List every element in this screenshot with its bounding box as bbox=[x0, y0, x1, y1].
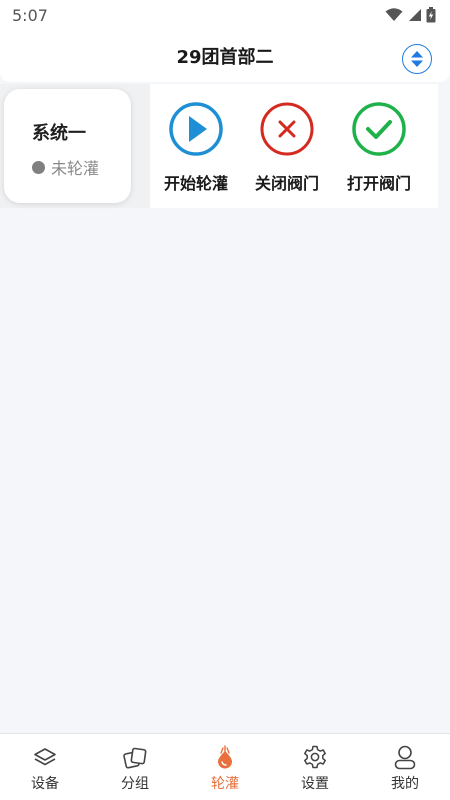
status-dot bbox=[32, 160, 45, 174]
open-valve-button[interactable]: 打开阀门 bbox=[334, 100, 424, 194]
nav-item-settings[interactable]: 设置 bbox=[270, 734, 360, 800]
sort-arrows-icon bbox=[411, 51, 423, 67]
start-irrigation-label: 开始轮灌 bbox=[163, 174, 228, 193]
close-icon bbox=[260, 102, 314, 156]
play-icon bbox=[169, 102, 223, 156]
nav-item-irrigation[interactable]: 轮灌 bbox=[180, 734, 270, 800]
check-icon bbox=[352, 102, 406, 156]
page-title: 29团首部二 bbox=[176, 47, 274, 68]
nav-label-irrigation: 轮灌 bbox=[211, 776, 239, 792]
status-time: 5:07 bbox=[12, 5, 48, 25]
close-valve-button[interactable]: 关闭阀门 bbox=[242, 100, 332, 194]
signal-icon bbox=[409, 9, 421, 21]
status-bar: 5:07 bbox=[0, 0, 450, 30]
start-irrigation-button[interactable]: 开始轮灌 bbox=[151, 100, 241, 194]
header: 29团首部二 bbox=[0, 30, 450, 82]
system-list: 系统一 未轮灌 bbox=[0, 84, 150, 208]
nav-item-devices[interactable]: 设备 bbox=[0, 734, 90, 800]
system-status-text: 未轮灌 bbox=[51, 159, 100, 178]
system-status: 未轮灌 bbox=[32, 155, 131, 179]
bottom-nav: 设备 分组 轮灌 设置 我的 bbox=[0, 733, 450, 800]
battery-icon bbox=[426, 7, 436, 23]
nav-item-profile[interactable]: 我的 bbox=[360, 734, 450, 800]
wifi-icon bbox=[385, 8, 403, 21]
system-name: 系统一 bbox=[32, 123, 86, 144]
nav-label-groups: 分组 bbox=[121, 776, 149, 792]
nav-label-settings: 设置 bbox=[301, 776, 329, 792]
nav-label-devices: 设备 bbox=[31, 776, 59, 792]
group-icon bbox=[123, 747, 147, 769]
open-valve-label: 打开阀门 bbox=[346, 174, 411, 193]
layers-icon bbox=[34, 748, 56, 766]
user-icon bbox=[394, 745, 416, 770]
status-icons bbox=[385, 7, 436, 23]
close-valve-label: 关闭阀门 bbox=[254, 174, 319, 193]
irrigation-icon bbox=[218, 745, 232, 769]
system-card[interactable]: 系统一 未轮灌 bbox=[4, 89, 131, 203]
nav-label-profile: 我的 bbox=[391, 776, 419, 792]
nav-item-groups[interactable]: 分组 bbox=[90, 734, 180, 800]
switch-station-button[interactable] bbox=[402, 44, 432, 74]
gear-icon bbox=[304, 745, 326, 769]
